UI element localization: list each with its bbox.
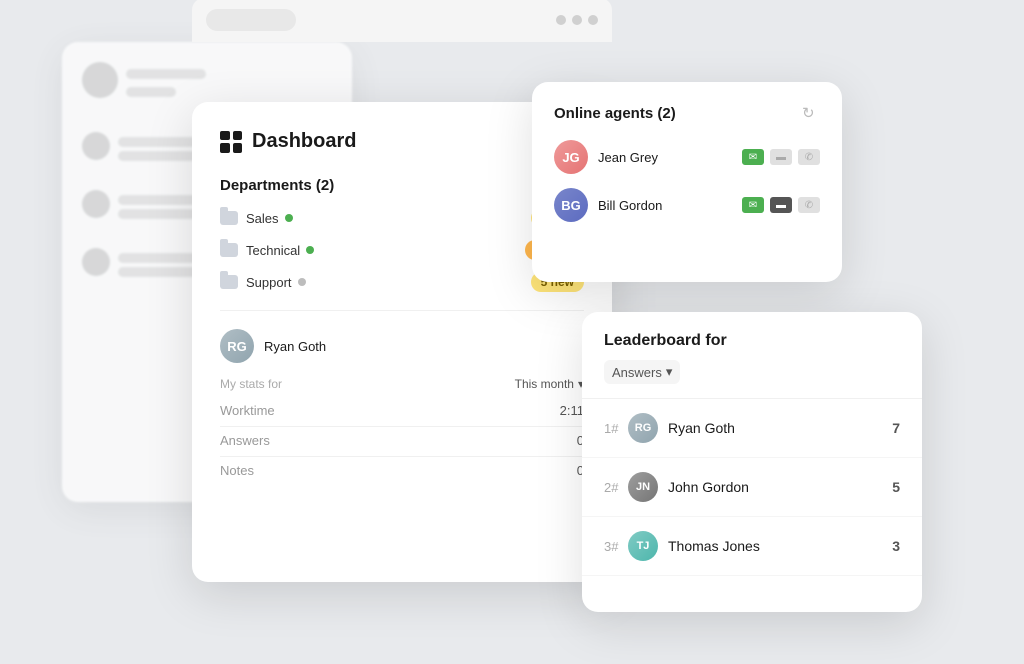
folder-icon-sales xyxy=(220,211,238,225)
worktime-value: 2:11 xyxy=(560,403,584,418)
answers-label: Answers xyxy=(220,433,270,448)
my-stats-section: RG Ryan Goth My stats for This month ▾ W… xyxy=(220,329,584,478)
page-title: Dashboard xyxy=(252,130,356,153)
browser-dot-2 xyxy=(572,15,582,25)
leaderboard-score-ryan: 7 xyxy=(892,420,900,436)
dept-name-sales: Sales xyxy=(246,211,531,226)
leaderboard-row-2: 2# JN John Gordon 5 xyxy=(582,458,922,517)
online-agents-card: Online agents (2) ↻ JG Jean Grey ✉ ▬ ✆ B… xyxy=(532,82,842,282)
agent-row-bill-gordon: BG Bill Gordon ✉ ▬ ✆ xyxy=(554,188,820,222)
bg-small-avatar-1 xyxy=(82,132,110,160)
leaderboard-card: Leaderboard for Answers ▾ 1# RG Ryan Got… xyxy=(582,312,922,612)
departments-title: Departments (2) xyxy=(220,177,584,194)
notes-label: Notes xyxy=(220,463,254,478)
status-dot-support xyxy=(298,278,306,286)
online-agents-title: Online agents (2) xyxy=(554,105,676,122)
refresh-icon[interactable]: ↻ xyxy=(802,104,820,122)
my-stats-agent-name: Ryan Goth xyxy=(264,339,584,354)
departments-section: Departments (2) Sales 8 new Technical 1 … xyxy=(220,177,584,292)
chat-icon-bill[interactable]: ✉ xyxy=(742,197,764,213)
folder-icon-support xyxy=(220,275,238,289)
leaderboard-row-3: 3# TJ Thomas Jones 3 xyxy=(582,517,922,576)
phone-icon-jean[interactable]: ✆ xyxy=(798,149,820,165)
status-dot-technical xyxy=(306,246,314,254)
leaderboard-score-john: 5 xyxy=(892,479,900,495)
avatar-ryan-goth: RG xyxy=(220,329,254,363)
worktime-label: Worktime xyxy=(220,403,275,418)
agent-row-jean-grey: JG Jean Grey ✉ ▬ ✆ xyxy=(554,140,820,174)
chat-icon-jean[interactable]: ✉ xyxy=(742,149,764,165)
bg-small-avatar-2 xyxy=(82,190,110,218)
my-stats-agent-row: RG Ryan Goth xyxy=(220,329,584,363)
dashboard-icon xyxy=(220,131,242,153)
divider-1 xyxy=(220,310,584,311)
avatar-leaderboard-thomas: TJ xyxy=(628,531,658,561)
stats-row-answers: Answers 0 xyxy=(220,433,584,448)
avatar-jean-grey: JG xyxy=(554,140,588,174)
status-dot-sales xyxy=(285,214,293,222)
dept-row-sales[interactable]: Sales 8 new xyxy=(220,208,584,228)
leaderboard-row-1: 1# RG Ryan Goth 7 xyxy=(582,399,922,458)
dept-name-support: Support xyxy=(246,275,531,290)
bg-avatar-1 xyxy=(82,62,118,98)
dept-name-technical: Technical xyxy=(246,243,525,258)
online-agents-header: Online agents (2) ↻ xyxy=(554,104,820,122)
divider-stats-2 xyxy=(220,456,584,457)
bg-line-1 xyxy=(126,69,206,79)
leaderboard-name-ryan: Ryan Goth xyxy=(668,420,892,436)
agent-name-jean-grey: Jean Grey xyxy=(598,150,732,165)
leaderboard-title: Leaderboard for xyxy=(604,332,900,350)
leaderboard-filter-dropdown[interactable]: Answers ▾ xyxy=(604,360,680,384)
block-icon-jean[interactable]: ▬ xyxy=(770,149,792,165)
avatar-bill-gordon: BG xyxy=(554,188,588,222)
period-selector[interactable]: This month ▾ xyxy=(515,377,584,391)
leaderboard-header: Leaderboard for Answers ▾ xyxy=(582,312,922,399)
agent-name-bill-gordon: Bill Gordon xyxy=(598,198,732,213)
browser-search-bar xyxy=(206,9,296,31)
avatar-leaderboard-ryan: RG xyxy=(628,413,658,443)
browser-bar xyxy=(192,0,612,42)
dept-row-support[interactable]: Support 5 new xyxy=(220,272,584,292)
leaderboard-name-thomas: Thomas Jones xyxy=(668,538,892,554)
stats-row-notes: Notes 0 xyxy=(220,463,584,478)
dept-row-technical[interactable]: Technical 1 open xyxy=(220,240,584,260)
block-icon-bill[interactable]: ▬ xyxy=(770,197,792,213)
browser-dot-3 xyxy=(588,15,598,25)
rank-1: 1# xyxy=(604,421,628,436)
my-stats-header: My stats for This month ▾ xyxy=(220,377,584,391)
folder-icon-technical xyxy=(220,243,238,257)
rank-2: 2# xyxy=(604,480,628,495)
phone-icon-bill[interactable]: ✆ xyxy=(798,197,820,213)
browser-dot-1 xyxy=(556,15,566,25)
chevron-down-icon: ▾ xyxy=(666,364,673,380)
rank-3: 3# xyxy=(604,539,628,554)
agent-actions-bill-gordon: ✉ ▬ ✆ xyxy=(742,197,820,213)
my-stats-for-label: My stats for xyxy=(220,377,282,391)
browser-dots xyxy=(556,15,598,25)
leaderboard-score-thomas: 3 xyxy=(892,538,900,554)
avatar-leaderboard-john: JN xyxy=(628,472,658,502)
bg-small-avatar-3 xyxy=(82,248,110,276)
bg-line-2 xyxy=(126,87,176,97)
leaderboard-name-john: John Gordon xyxy=(668,479,892,495)
divider-stats-1 xyxy=(220,426,584,427)
dashboard-header: Dashboard xyxy=(220,130,584,153)
agent-actions-jean-grey: ✉ ▬ ✆ xyxy=(742,149,820,165)
stats-row-worktime: Worktime 2:11 xyxy=(220,403,584,418)
